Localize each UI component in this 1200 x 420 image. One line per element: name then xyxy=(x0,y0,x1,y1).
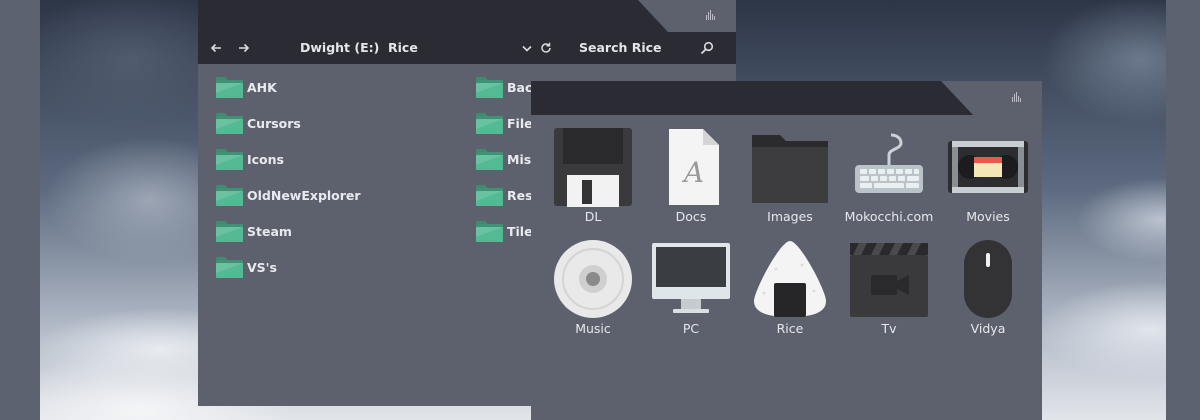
folder-label: Cursors xyxy=(247,115,301,131)
arrow-left-icon xyxy=(210,43,221,53)
folder-icon xyxy=(752,135,828,203)
folder-icon xyxy=(476,184,503,206)
breadcrumb-folder[interactable]: Rice xyxy=(388,32,418,64)
folder-item[interactable]: Icons xyxy=(216,146,284,172)
folder-icon xyxy=(476,148,503,170)
icon-label: Rice xyxy=(776,321,804,336)
icon-label: Images xyxy=(767,209,813,224)
icon-tile-music[interactable]: Music xyxy=(545,239,641,347)
icon-tile-mokocchi[interactable]: Mokocchi.com xyxy=(841,127,937,235)
icon-label: Mokocchi.com xyxy=(844,209,934,224)
explorer-toolbar: Dwight (E:) Rice Search Rice xyxy=(198,32,736,64)
document-glyph: A xyxy=(681,156,704,189)
icon-label: PC xyxy=(682,321,700,336)
icon-label: Vidya xyxy=(970,321,1006,336)
search-box[interactable]: Search Rice xyxy=(570,32,720,64)
folder-item[interactable]: VS's xyxy=(216,254,277,280)
back-button[interactable] xyxy=(206,32,226,64)
icon-tile-tv[interactable]: Tv xyxy=(841,239,937,347)
folder-item[interactable]: OldNewExplorer xyxy=(216,182,361,208)
icon-tile-images[interactable]: Images xyxy=(742,127,838,235)
refresh-icon xyxy=(541,42,551,53)
folder-label: Icons xyxy=(247,151,284,167)
mouse-icon xyxy=(964,240,1012,318)
titlebar-accent xyxy=(941,81,1042,115)
icon-tile-dl[interactable]: DL xyxy=(545,127,641,235)
folder-icon xyxy=(216,184,243,206)
chevron-down-icon xyxy=(522,45,532,52)
folder-icon xyxy=(216,148,243,170)
history-dropdown-button[interactable] xyxy=(519,32,535,64)
folder-item[interactable]: Cursors xyxy=(216,110,301,136)
icon-tile-movies[interactable]: Movies xyxy=(940,127,1036,235)
search-placeholder: Search Rice xyxy=(579,40,662,55)
icon-label: Tv xyxy=(881,321,897,336)
icon-label: Docs xyxy=(675,209,707,224)
icon-label: Music xyxy=(575,321,611,336)
folder-icon xyxy=(476,76,503,98)
cd-disc-icon xyxy=(554,240,632,318)
icon-tile-pc[interactable]: PC xyxy=(643,239,739,347)
icon-label: Movies xyxy=(966,209,1010,224)
folder-item[interactable]: Steam xyxy=(216,218,292,244)
monitor-icon xyxy=(652,243,730,313)
search-icon[interactable] xyxy=(700,41,714,55)
folder-label: OldNewExplorer xyxy=(247,187,361,203)
document-icon: A xyxy=(669,129,719,205)
titlebar-accent xyxy=(638,0,736,32)
forward-button[interactable] xyxy=(234,32,254,64)
folder-icon xyxy=(216,76,243,98)
keyboard-icon xyxy=(855,133,923,193)
icon-tile-vidya[interactable]: Vidya xyxy=(940,239,1036,347)
folder-icon xyxy=(216,112,243,134)
refresh-button[interactable] xyxy=(538,32,554,64)
arrow-right-icon xyxy=(239,43,250,53)
folder-icon xyxy=(216,220,243,242)
floppy-disk-icon xyxy=(554,128,632,207)
folder-icon xyxy=(216,256,243,278)
desktop-right-edge xyxy=(1166,0,1200,420)
folder-label: VS's xyxy=(247,259,277,275)
breadcrumb-drive[interactable]: Dwight (E:) xyxy=(300,32,379,64)
folder-item[interactable]: Misc xyxy=(476,146,539,172)
window-menu-icon[interactable] xyxy=(1012,92,1024,102)
window-menu-icon[interactable] xyxy=(706,10,718,20)
folder-label: Steam xyxy=(247,223,292,239)
vhs-tape-icon xyxy=(948,141,1028,193)
clapperboard-icon xyxy=(850,243,928,317)
icon-view-titlebar[interactable] xyxy=(531,81,1042,115)
explorer-titlebar[interactable] xyxy=(198,0,736,32)
desktop-left-edge xyxy=(0,0,40,420)
icon-view-window: DL A Docs Images Mokocchi.com Movies Mus… xyxy=(531,81,1042,420)
icon-tile-rice[interactable]: Rice xyxy=(742,239,838,347)
icon-label: DL xyxy=(584,209,602,224)
folder-label: AHK xyxy=(247,79,277,95)
folder-icon xyxy=(476,220,503,242)
onigiri-icon xyxy=(754,241,826,317)
icon-tile-docs[interactable]: A Docs xyxy=(643,127,739,235)
folder-item[interactable]: AHK xyxy=(216,74,277,100)
folder-icon xyxy=(476,112,503,134)
